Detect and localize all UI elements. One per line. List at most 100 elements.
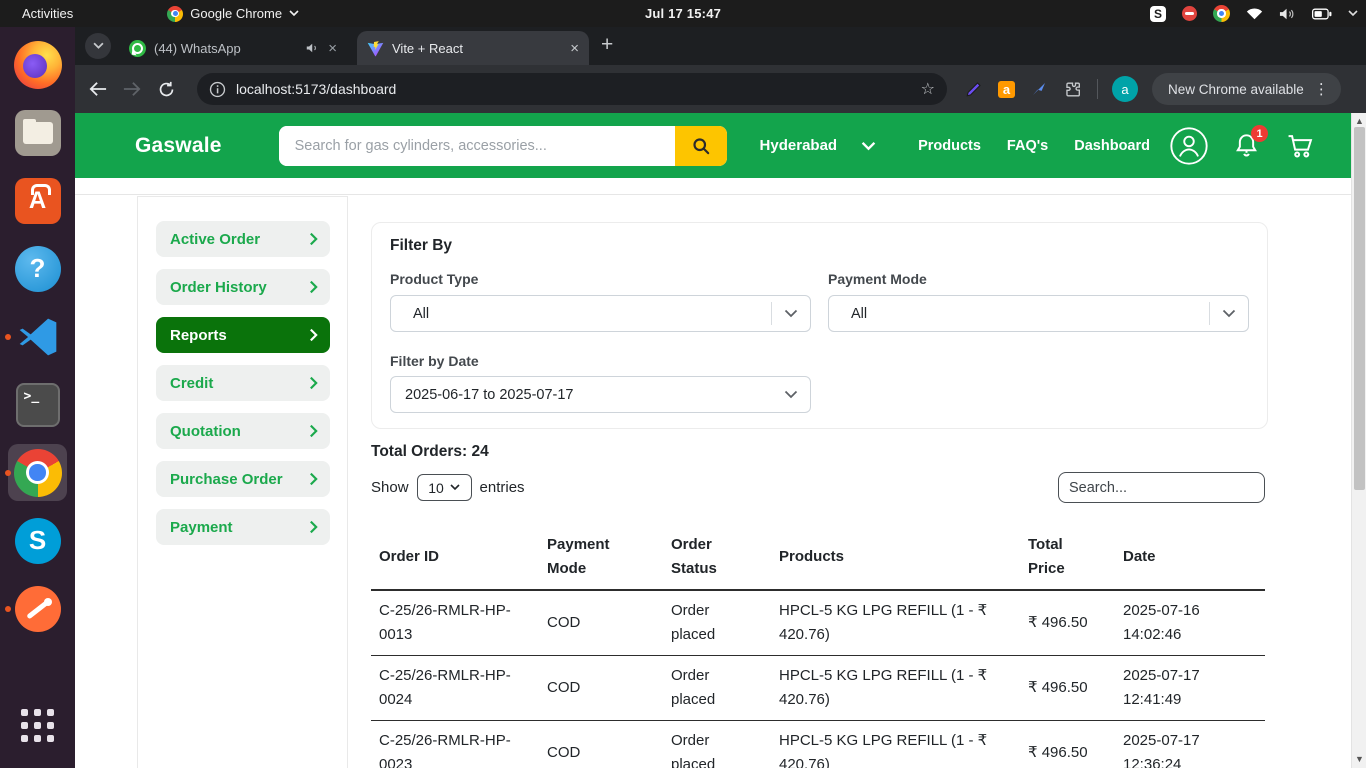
table-search-input[interactable] [1058,472,1265,503]
column-header-order-status: Order Status [663,525,771,590]
dock-item-skype[interactable]: S [0,510,75,571]
app-menu-button[interactable]: Google Chrome [167,6,299,22]
site-search-button[interactable] [675,126,727,166]
sidebar-item-label: Purchase Order [170,471,283,488]
new-tab-button[interactable]: + [601,33,613,57]
cell-payment-mode: COD [539,721,663,768]
notifications-button[interactable]: 1 [1234,132,1259,159]
page-scrollbar[interactable]: ▲ ▼ [1351,113,1366,768]
sidebar-item-label: Quotation [170,423,241,440]
pen-extension-icon[interactable] [965,80,983,98]
nav-link-faqs[interactable]: FAQ's [1007,138,1048,154]
amazon-extension-icon[interactable]: a [998,81,1015,98]
extension-icons: a [965,80,1082,99]
page-size-select[interactable]: 10 [417,474,472,501]
tab-close-button[interactable]: × [570,41,579,56]
column-header-payment-mode: Payment Mode [539,525,663,590]
arrow-extension-icon[interactable] [1030,80,1048,98]
show-applications-button[interactable] [0,695,75,756]
chevron-right-icon [309,376,318,390]
scrollbar-thumb[interactable] [1354,127,1365,490]
nav-link-dashboard[interactable]: Dashboard [1074,138,1150,154]
sidebar-item-active-order[interactable]: Active Order [156,221,330,257]
site-search-input[interactable] [279,126,675,166]
chevron-right-icon [309,232,318,246]
column-header-products: Products [771,525,1020,590]
tab-title: Vite + React [392,41,562,56]
browser-menu-icon[interactable]: ⋮ [1314,80,1329,98]
bookmark-star-icon[interactable]: ☆ [921,79,935,99]
cart-button[interactable] [1287,133,1315,159]
dock-item-vscode[interactable] [0,306,75,367]
cell-products: HPCL-5 KG LPG REFILL (1 - ₹ 420.76) [771,656,1020,721]
location-label: Hyderabad [760,137,838,154]
screen: Activities Google Chrome Jul 17 15:47 S … [0,0,1366,768]
dock-item-chrome[interactable] [0,442,75,503]
address-bar[interactable]: localhost:5173/dashboard ☆ [197,73,947,105]
chevron-right-icon [309,424,318,438]
orders-table: Order ID Payment Mode Order Status Produ… [371,525,1265,768]
content-divider [75,194,1351,195]
dock-item-software[interactable]: A [0,170,75,231]
cell-total-price: ₹ 496.50 [1020,721,1115,768]
terminal-icon: >_ [16,383,60,427]
dock-item-help[interactable]: ? [0,238,75,299]
running-indicator [5,606,11,612]
table-row: C-25/26-RMLR-HP-0013 COD Order placed HP… [371,590,1265,656]
tab-close-button[interactable]: × [328,41,337,56]
chevron-right-icon [309,280,318,294]
site-info-icon[interactable] [209,81,226,98]
payment-mode-select[interactable]: All [828,295,1249,332]
help-icon: ? [15,246,61,292]
sidebar-item-purchase-order[interactable]: Purchase Order [156,461,330,497]
system-tray[interactable]: S [1150,0,1358,27]
chevron-down-icon [1222,309,1236,318]
files-icon [15,110,61,156]
profile-avatar[interactable]: a [1112,76,1138,102]
sidebar-item-reports[interactable]: Reports [156,317,330,353]
date-filter-select[interactable]: 2025-06-17 to 2025-07-17 [390,376,811,413]
scroll-down-arrow[interactable]: ▼ [1355,755,1364,764]
tab-vite-react[interactable]: Vite + React × [357,31,589,65]
chevron-down-icon [450,484,460,491]
scroll-up-arrow[interactable]: ▲ [1355,117,1364,126]
payment-mode-value: All [851,306,1209,322]
dock-item-terminal[interactable]: >_ [0,374,75,435]
chevron-right-icon [309,328,318,342]
activities-button[interactable]: Activities [0,0,95,27]
sidebar-item-payment[interactable]: Payment [156,509,330,545]
sidebar-item-quotation[interactable]: Quotation [156,413,330,449]
extensions-puzzle-icon[interactable] [1063,80,1082,99]
tab-search-button[interactable] [85,33,111,59]
page-viewport: Gaswale Hyderabad Products FAQ's Dashboa… [75,113,1366,768]
forward-button[interactable] [115,72,149,106]
dock-item-postman[interactable] [0,578,75,639]
sidebar-item-credit[interactable]: Credit [156,365,330,401]
back-button[interactable] [81,72,115,106]
account-button[interactable] [1170,127,1208,165]
person-icon [1170,127,1208,165]
dock-item-files[interactable] [0,102,75,163]
nav-link-products[interactable]: Products [918,138,981,154]
sidebar-item-order-history[interactable]: Order History [156,269,330,305]
chrome-icon [167,6,183,22]
clock[interactable]: Jul 17 15:47 [645,6,721,21]
postman-icon [15,586,61,632]
table-row: C-25/26-RMLR-HP-0023 COD Order placed HP… [371,721,1265,768]
cell-total-price: ₹ 496.50 [1020,656,1115,721]
tab-title: (44) WhatsApp [154,41,298,56]
brand-logo[interactable]: Gaswale [135,134,222,158]
update-chrome-button[interactable]: New Chrome available ⋮ [1152,73,1341,105]
dock-item-firefox[interactable] [0,34,75,95]
show-label: Show [371,479,409,496]
location-selector[interactable]: Hyderabad [760,137,877,154]
forward-arrow-icon [123,81,141,97]
reload-button[interactable] [149,72,183,106]
column-header-order-id: Order ID [371,525,539,590]
product-type-select[interactable]: All [390,295,811,332]
cell-payment-mode: COD [539,590,663,656]
tab-audio-icon[interactable] [306,42,320,54]
select-divider [771,302,772,325]
running-indicator [5,334,11,340]
tab-whatsapp[interactable]: (44) WhatsApp × [119,31,347,65]
